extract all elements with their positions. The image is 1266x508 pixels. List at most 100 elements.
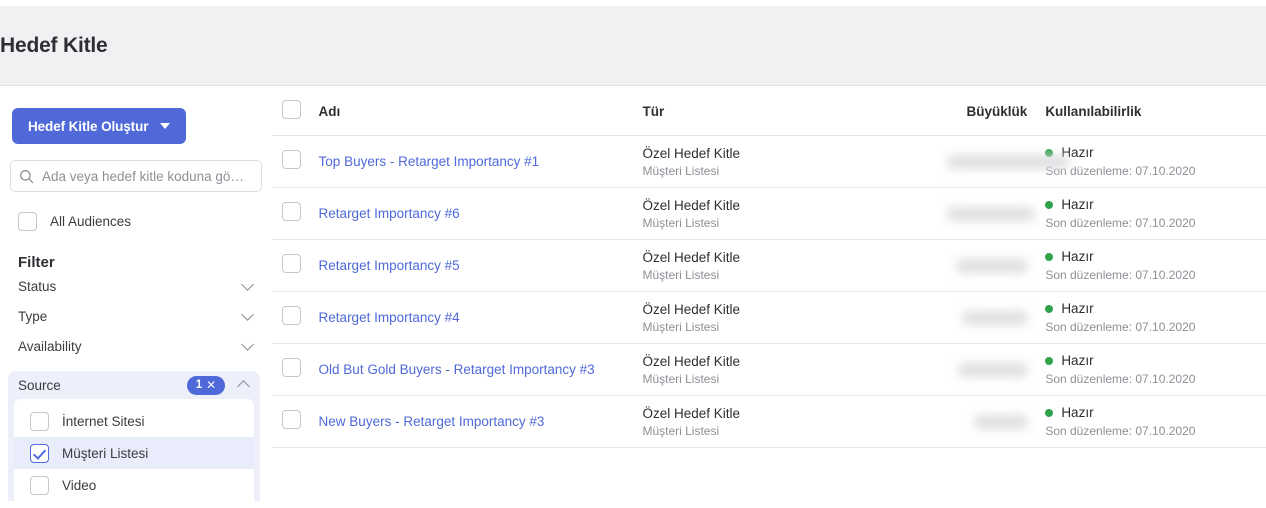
create-audience-button[interactable]: Hedef Kitle Oluştur: [12, 108, 187, 144]
row-availability-cell: Hazır Son düzenleme: 07.10.2020: [1045, 291, 1266, 344]
table-row[interactable]: Top Buyers - Retarget Importancy #1 Özel …: [272, 135, 1266, 188]
page-header: Hedef Kitle: [0, 6, 1266, 86]
row-select-cell: [272, 343, 319, 396]
source-option-video[interactable]: Video: [14, 469, 254, 501]
table-row[interactable]: Old But Gold Buyers - Retarget Importanc…: [272, 343, 1266, 396]
row-checkbox[interactable]: [282, 357, 301, 377]
table-row[interactable]: Retarget Importancy #4 Özel Hedef Kitle Mü…: [272, 291, 1266, 344]
row-size-redacted: [948, 154, 1069, 169]
filter-group-type[interactable]: Type: [18, 301, 262, 331]
source-options-list: İnternet Sitesi Müşteri Listesi Video: [14, 399, 254, 501]
row-name-cell: New Buyers - Retarget Importancy #3: [318, 395, 643, 448]
row-checkbox[interactable]: [282, 409, 301, 429]
row-select-cell: [272, 239, 319, 292]
status-dot-icon: [1045, 408, 1054, 417]
filter-group-availability[interactable]: Availability: [18, 331, 262, 361]
column-header-availability[interactable]: Kullanılabilirlik: [1045, 100, 1266, 136]
audience-table-area: Adı Tür Büyüklük Kullanılabilirlik Top B…: [272, 86, 1266, 507]
row-size-cell: [948, 239, 1046, 292]
status-dot-icon: [1045, 252, 1054, 261]
status-dot-icon: [1045, 356, 1054, 365]
row-size-redacted: [957, 258, 1028, 273]
create-audience-label: Hedef Kitle Oluştur: [28, 118, 149, 134]
row-type-sub: Müşteri Listesi: [642, 163, 720, 178]
all-audiences-row[interactable]: All Audiences: [18, 212, 272, 231]
column-header-type[interactable]: Tür: [642, 100, 949, 136]
close-icon[interactable]: ✕: [206, 378, 216, 392]
row-size-redacted: [959, 362, 1028, 377]
row-checkbox[interactable]: [282, 149, 301, 169]
row-size-redacted: [975, 414, 1028, 429]
row-name-cell: Retarget Importancy #4: [318, 291, 643, 344]
search-input[interactable]: [42, 168, 253, 184]
audience-name-link[interactable]: Old But Gold Buyers - Retarget Importanc…: [319, 362, 595, 377]
table-header-row: Adı Tür Büyüklük Kullanılabilirlik: [272, 100, 1266, 136]
row-name-cell: Old But Gold Buyers - Retarget Importanc…: [318, 343, 643, 396]
row-availability-cell: Hazır Son düzenleme: 07.10.2020: [1045, 187, 1266, 240]
audience-name-link[interactable]: New Buyers - Retarget Importancy #3: [319, 414, 545, 429]
search-icon: [20, 169, 34, 183]
filter-group-source: Source 1 ✕ İnternet Sitesi Müşteri Liste…: [8, 371, 260, 501]
audience-name-link[interactable]: Retarget Importancy #4: [319, 310, 460, 325]
row-last-edited: Son düzenleme: 07.10.2020: [1045, 216, 1196, 230]
table-body: Top Buyers - Retarget Importancy #1 Özel …: [272, 135, 1266, 448]
row-type-main: Özel Hedef Kitle: [642, 301, 740, 317]
row-type-cell: Özel Hedef Kitle Müşteri Listesi: [642, 343, 949, 396]
row-checkbox[interactable]: [282, 305, 301, 325]
filter-group-source-header[interactable]: Source 1 ✕: [8, 371, 260, 399]
row-name-cell: Top Buyers - Retarget Importancy #1: [318, 135, 643, 188]
table-row[interactable]: Retarget Importancy #6 Özel Hedef Kitle Mü…: [272, 187, 1266, 240]
audience-table: Adı Tür Büyüklük Kullanılabilirlik Top B…: [272, 100, 1266, 448]
table-row[interactable]: New Buyers - Retarget Importancy #3 Özel …: [272, 395, 1266, 448]
row-last-edited: Son düzenleme: 07.10.2020: [1045, 424, 1196, 438]
source-header-controls: 1 ✕: [187, 375, 250, 395]
row-checkbox[interactable]: [282, 253, 301, 273]
row-last-edited: Son düzenleme: 07.10.2020: [1045, 320, 1196, 334]
sidebar: Hedef Kitle Oluştur All Audiences Filter…: [0, 86, 272, 507]
filter-group-status-label: Status: [18, 278, 57, 294]
row-status-label: Hazır: [1061, 197, 1094, 212]
body-container: Hedef Kitle Oluştur All Audiences Filter…: [0, 86, 1266, 507]
source-option-internet-sitesi[interactable]: İnternet Sitesi: [14, 405, 254, 437]
row-type-main: Özel Hedef Kitle: [642, 249, 740, 265]
row-type-sub: Müşteri Listesi: [642, 215, 720, 230]
page-title: Hedef Kitle: [0, 33, 108, 57]
chevron-down-icon: [241, 277, 254, 291]
row-type-main: Özel Hedef Kitle: [642, 353, 740, 369]
source-option-checkbox[interactable]: [30, 443, 49, 463]
search-box[interactable]: [10, 160, 262, 192]
row-size-cell: [948, 291, 1046, 344]
source-option-checkbox[interactable]: [30, 411, 49, 431]
all-audiences-checkbox[interactable]: [18, 212, 37, 231]
filter-group-source-label: Source: [18, 377, 61, 393]
chevron-down-icon: [241, 307, 254, 321]
chevron-down-icon: [160, 123, 171, 129]
row-status-label: Hazır: [1061, 405, 1094, 420]
audience-name-link[interactable]: Retarget Importancy #6: [319, 206, 460, 221]
table-row[interactable]: Retarget Importancy #5 Özel Hedef Kitle Mü…: [272, 239, 1266, 292]
status-dot-icon: [1045, 304, 1054, 313]
chevron-up-icon: [237, 380, 250, 393]
source-filter-badge[interactable]: 1 ✕: [187, 375, 225, 395]
filter-group-status[interactable]: Status: [18, 271, 262, 301]
column-header-name[interactable]: Adı: [318, 100, 643, 136]
source-option-musteri-listesi[interactable]: Müşteri Listesi: [14, 437, 254, 469]
select-all-checkbox[interactable]: [282, 100, 301, 119]
row-status: Hazır: [1045, 196, 1266, 213]
row-availability-cell: Hazır Son düzenleme: 07.10.2020: [1045, 395, 1266, 448]
row-type-main: Özel Hedef Kitle: [642, 145, 740, 161]
row-availability-cell: Hazır Son düzenleme: 07.10.2020: [1045, 239, 1266, 292]
source-filter-count: 1: [195, 379, 203, 391]
column-header-size[interactable]: Büyüklük: [948, 100, 1046, 136]
row-type-sub: Müşteri Listesi: [642, 319, 720, 334]
row-checkbox[interactable]: [282, 201, 301, 221]
row-type-cell: Özel Hedef Kitle Müşteri Listesi: [642, 239, 949, 292]
row-type-cell: Özel Hedef Kitle Müşteri Listesi: [642, 395, 949, 448]
row-type-sub: Müşteri Listesi: [642, 267, 720, 282]
source-option-checkbox[interactable]: [30, 475, 49, 495]
audience-name-link[interactable]: Top Buyers - Retarget Importancy #1: [319, 154, 540, 169]
status-dot-icon: [1045, 200, 1054, 209]
chevron-down-icon: [241, 337, 254, 351]
audience-name-link[interactable]: Retarget Importancy #5: [319, 258, 460, 273]
row-status-label: Hazır: [1061, 353, 1094, 368]
